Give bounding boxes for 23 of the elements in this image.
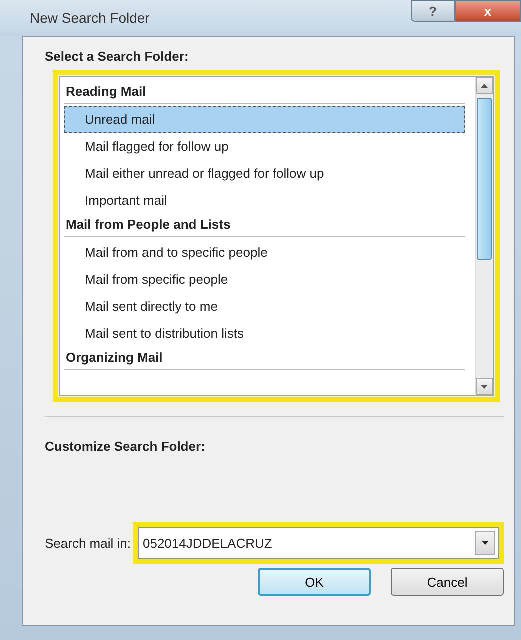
- group-header: Mail from People and Lists: [64, 214, 465, 237]
- group-header: Organizing Mail: [64, 347, 465, 370]
- scroll-thumb[interactable]: [477, 98, 492, 260]
- section-heading: Select a Search Folder:: [45, 49, 190, 64]
- scroll-up-icon[interactable]: [476, 77, 493, 94]
- window-title: New Search Folder: [30, 10, 150, 26]
- cancel-button[interactable]: Cancel: [391, 568, 504, 596]
- list-item[interactable]: Mail either unread or flagged for follow up: [64, 160, 465, 187]
- list-item[interactable]: Mail from and to specific people: [64, 239, 465, 266]
- scrollbar[interactable]: [475, 77, 493, 395]
- mailbox-dropdown[interactable]: 052014JDDELACRUZ: [138, 527, 499, 559]
- field-label: Search mail in:: [45, 536, 131, 550]
- scroll-down-icon[interactable]: [476, 378, 493, 395]
- help-button[interactable]: ?: [411, 0, 455, 22]
- list-item[interactable]: Mail flagged for follow up: [64, 133, 465, 160]
- list-item[interactable]: Mail from specific people: [64, 266, 465, 293]
- section-heading: Customize Search Folder:: [45, 439, 206, 454]
- list-item[interactable]: Mail sent to distribution lists: [64, 320, 465, 347]
- ok-button[interactable]: OK: [258, 568, 371, 596]
- list-item[interactable]: Mail sent directly to me: [64, 293, 465, 320]
- list-item[interactable]: Unread mail: [64, 106, 465, 133]
- group-header: Reading Mail: [64, 81, 465, 104]
- list-item[interactable]: Important mail: [64, 187, 465, 214]
